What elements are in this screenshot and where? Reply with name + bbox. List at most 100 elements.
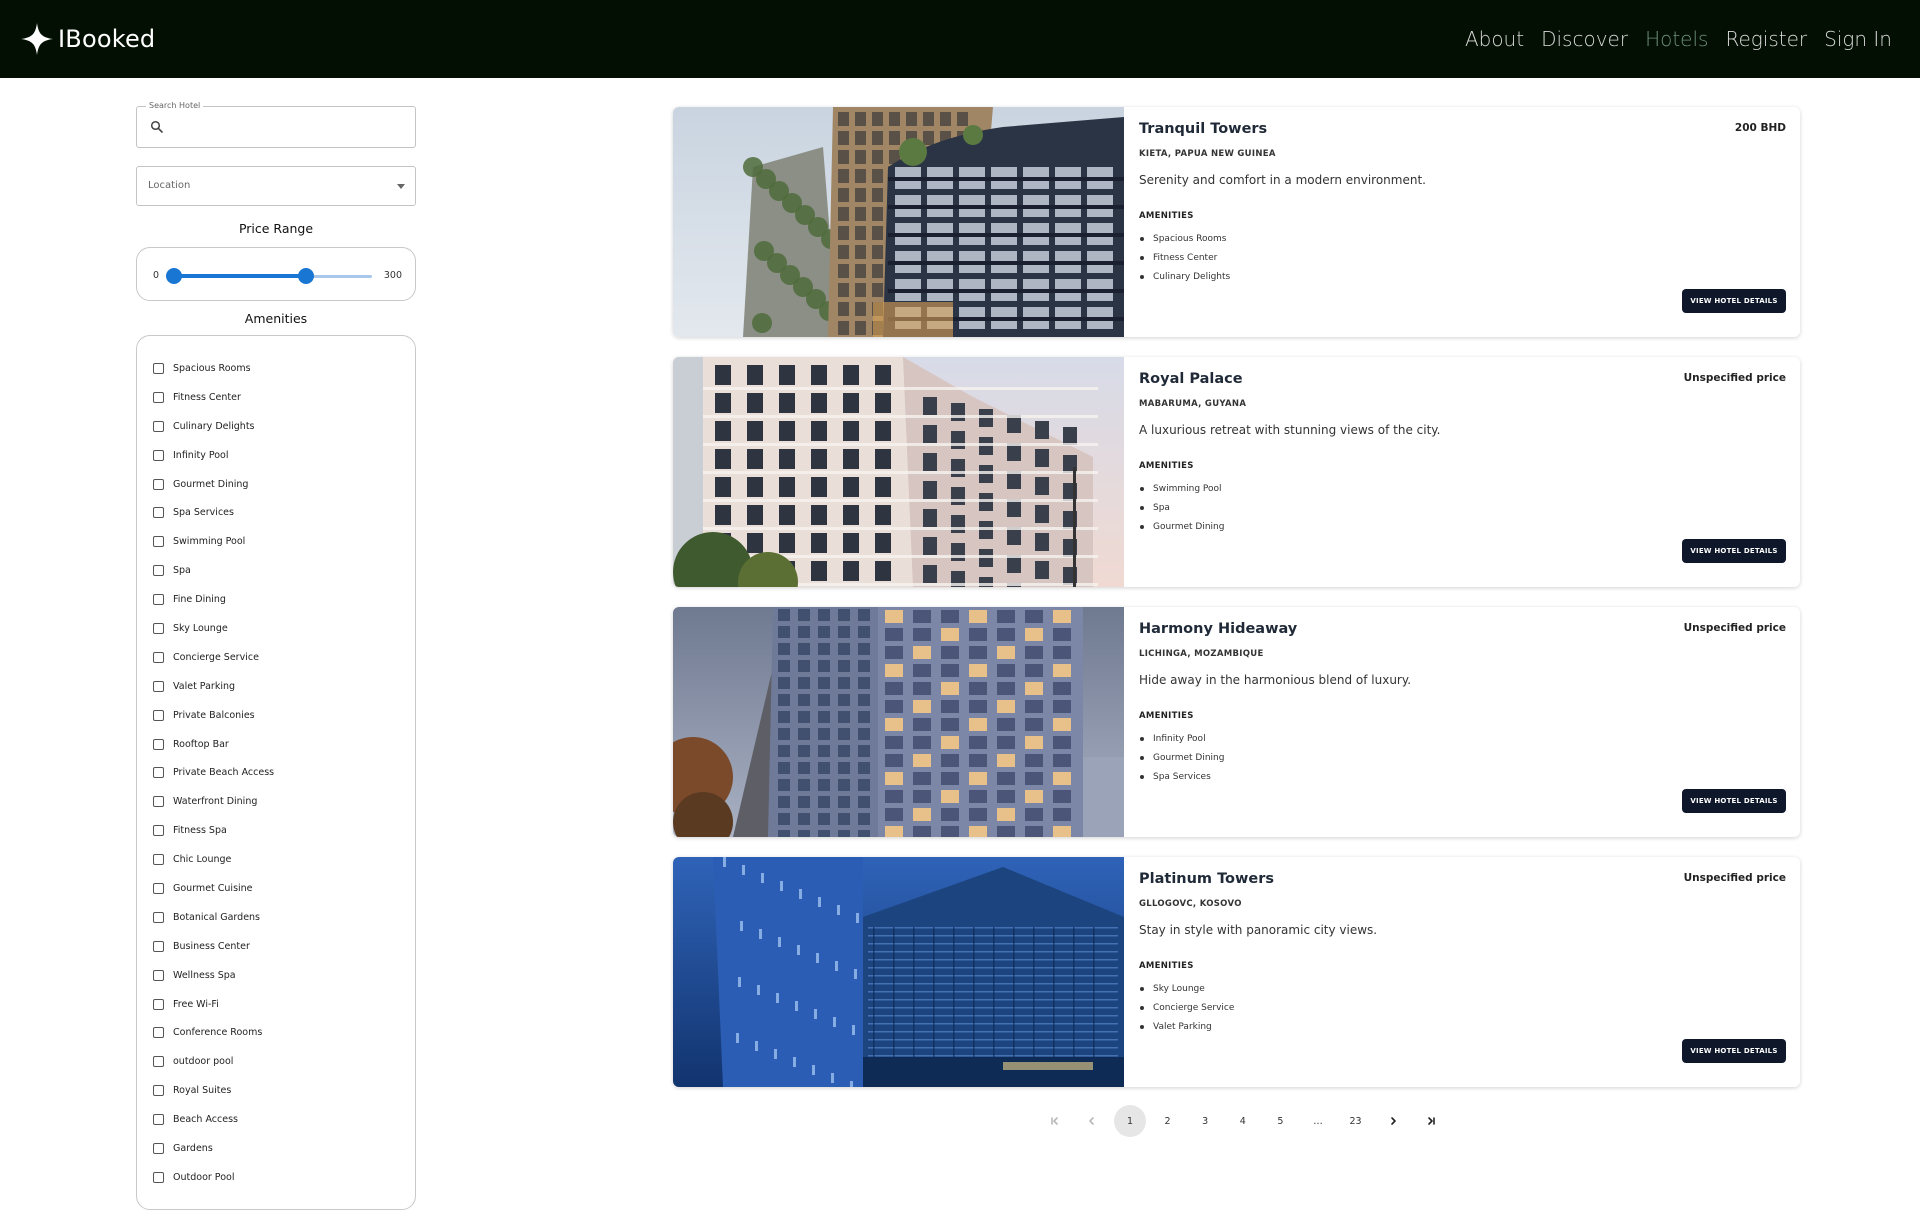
amenity-filter-option[interactable]: Gourmet Dining (153, 470, 415, 499)
search-hotel-field[interactable]: Search Hotel (136, 101, 416, 148)
amenity-checkbox[interactable] (153, 940, 164, 952)
amenity-filter-option[interactable]: Rooftop Bar (153, 730, 415, 759)
amenity-checkbox[interactable] (153, 738, 164, 750)
amenity-filter-option[interactable]: Gardens (153, 1134, 415, 1163)
page-button[interactable]: 2 (1152, 1105, 1184, 1137)
amenity-checkbox[interactable] (153, 478, 164, 490)
hotel-amenity-item: Spacious Rooms (1139, 229, 1230, 248)
amenity-checkbox[interactable] (153, 1142, 164, 1154)
amenity-filter-option[interactable]: Beach Access (153, 1105, 415, 1134)
amenity-checkbox[interactable] (153, 969, 164, 981)
next-page-button[interactable] (1377, 1105, 1409, 1137)
price-slider-min-thumb[interactable] (166, 268, 182, 284)
amenity-filter-option[interactable]: Infinity Pool (153, 441, 415, 470)
nav-sign-in[interactable]: Sign In (1824, 27, 1892, 51)
amenity-filter-option[interactable]: Wellness Spa (153, 961, 415, 990)
amenity-filter-option[interactable]: outdoor pool (153, 1047, 415, 1076)
amenity-filter-option[interactable]: Valet Parking (153, 672, 415, 701)
first-page-button[interactable] (1039, 1105, 1071, 1137)
amenity-filter-label: Gourmet Cuisine (173, 882, 253, 894)
amenity-filter-option[interactable]: Private Beach Access (153, 758, 415, 787)
amenity-filter-option[interactable]: Waterfront Dining (153, 787, 415, 816)
hotel-amenities-heading: AMENITIES (1139, 711, 1194, 721)
amenity-filter-option[interactable]: Chic Lounge (153, 845, 415, 874)
nav-register[interactable]: Register (1725, 27, 1807, 51)
amenity-checkbox[interactable] (153, 507, 164, 519)
amenity-filter-option[interactable]: Swimming Pool (153, 527, 415, 556)
page-button[interactable]: 1 (1113, 1105, 1146, 1137)
amenity-checkbox[interactable] (153, 1114, 164, 1126)
amenity-filter-option[interactable]: Outdoor Pool (153, 1163, 415, 1192)
search-hotel-input[interactable] (169, 115, 404, 141)
last-page-button[interactable] (1415, 1105, 1447, 1137)
amenity-checkbox[interactable] (153, 882, 164, 894)
amenity-checkbox[interactable] (153, 1027, 164, 1039)
view-hotel-details-button[interactable]: VIEW HOTEL DETAILS (1682, 539, 1786, 563)
amenity-filter-option[interactable]: Conference Rooms (153, 1018, 415, 1047)
amenity-checkbox[interactable] (153, 709, 164, 721)
amenity-filter-option[interactable]: Sky Lounge (153, 614, 415, 643)
amenity-filter-label: Chic Lounge (173, 854, 232, 866)
hotel-image[interactable] (673, 857, 1124, 1087)
amenity-filter-option[interactable]: Spacious Rooms (153, 354, 415, 383)
search-icon (150, 120, 163, 133)
chevron-left-icon (1089, 1117, 1095, 1125)
amenity-checkbox[interactable] (153, 449, 164, 461)
amenity-checkbox[interactable] (153, 998, 164, 1010)
page-button[interactable]: 23 (1340, 1105, 1372, 1137)
amenity-filter-option[interactable]: Fitness Spa (153, 816, 415, 845)
amenity-checkbox[interactable] (153, 1056, 164, 1068)
nav-hotels[interactable]: Hotels (1645, 27, 1708, 51)
amenity-checkbox[interactable] (153, 651, 164, 663)
amenity-checkbox[interactable] (153, 767, 164, 779)
page-button[interactable]: 4 (1227, 1105, 1259, 1137)
brand[interactable]: IBooked (20, 22, 155, 56)
nav-about[interactable]: About (1465, 27, 1524, 51)
amenity-checkbox[interactable] (153, 391, 164, 403)
hotel-amenity-item: Valet Parking (1139, 1017, 1234, 1036)
amenity-checkbox[interactable] (153, 825, 164, 837)
amenity-checkbox[interactable] (153, 594, 164, 606)
amenity-checkbox[interactable] (153, 796, 164, 808)
amenity-filter-option[interactable]: Fine Dining (153, 585, 415, 614)
amenity-filter-option[interactable]: Fitness Center (153, 383, 415, 412)
amenity-filter-option[interactable]: Spa (153, 556, 415, 585)
hotel-image[interactable] (673, 107, 1124, 337)
amenity-filter-option[interactable]: Concierge Service (153, 643, 415, 672)
view-hotel-details-button[interactable]: VIEW HOTEL DETAILS (1682, 289, 1786, 313)
page-button[interactable]: 5 (1264, 1105, 1296, 1137)
amenity-filter-option[interactable]: Gourmet Cuisine (153, 874, 415, 903)
hotel-card: Tranquil Towers 200 BHD KIETA, PAPUA NEW G… (673, 107, 1800, 337)
amenity-filter-label: Fine Dining (173, 594, 226, 606)
amenity-checkbox[interactable] (153, 1171, 164, 1183)
amenity-checkbox[interactable] (153, 1085, 164, 1097)
hotel-amenity-item: Spa (1139, 498, 1224, 517)
amenity-filter-option[interactable]: Royal Suites (153, 1076, 415, 1105)
page-button[interactable]: 3 (1189, 1105, 1221, 1137)
amenity-filter-label: Spacious Rooms (173, 362, 251, 374)
price-slider-max-thumb[interactable] (298, 268, 314, 284)
hotel-card-body: Platinum Towers Unspecified price GLLOGOVC… (1139, 857, 1786, 1087)
amenity-filter-option[interactable]: Culinary Delights (153, 412, 415, 441)
amenity-checkbox[interactable] (153, 622, 164, 634)
amenity-checkbox[interactable] (153, 911, 164, 923)
hotel-image[interactable] (673, 607, 1124, 837)
amenity-checkbox[interactable] (153, 680, 164, 692)
previous-page-button[interactable] (1076, 1105, 1108, 1137)
amenity-filter-option[interactable]: Spa Services (153, 498, 415, 527)
view-hotel-details-button[interactable]: VIEW HOTEL DETAILS (1682, 789, 1786, 813)
nav-discover[interactable]: Discover (1541, 27, 1628, 51)
amenity-filter-option[interactable]: Private Balconies (153, 701, 415, 730)
hotel-image[interactable] (673, 357, 1124, 587)
location-select[interactable]: Location (136, 166, 416, 206)
amenity-checkbox[interactable] (153, 854, 164, 866)
amenity-filter-option[interactable]: Business Center (153, 932, 415, 961)
view-hotel-details-button[interactable]: VIEW HOTEL DETAILS (1682, 1039, 1786, 1063)
amenity-filter-option[interactable]: Free Wi-Fi (153, 990, 415, 1019)
hotel-price: 200 BHD (1734, 122, 1786, 134)
amenity-checkbox[interactable] (153, 420, 164, 432)
amenity-checkbox[interactable] (153, 536, 164, 548)
amenity-checkbox[interactable] (153, 362, 164, 374)
amenity-filter-option[interactable]: Botanical Gardens (153, 903, 415, 932)
amenity-checkbox[interactable] (153, 565, 164, 577)
